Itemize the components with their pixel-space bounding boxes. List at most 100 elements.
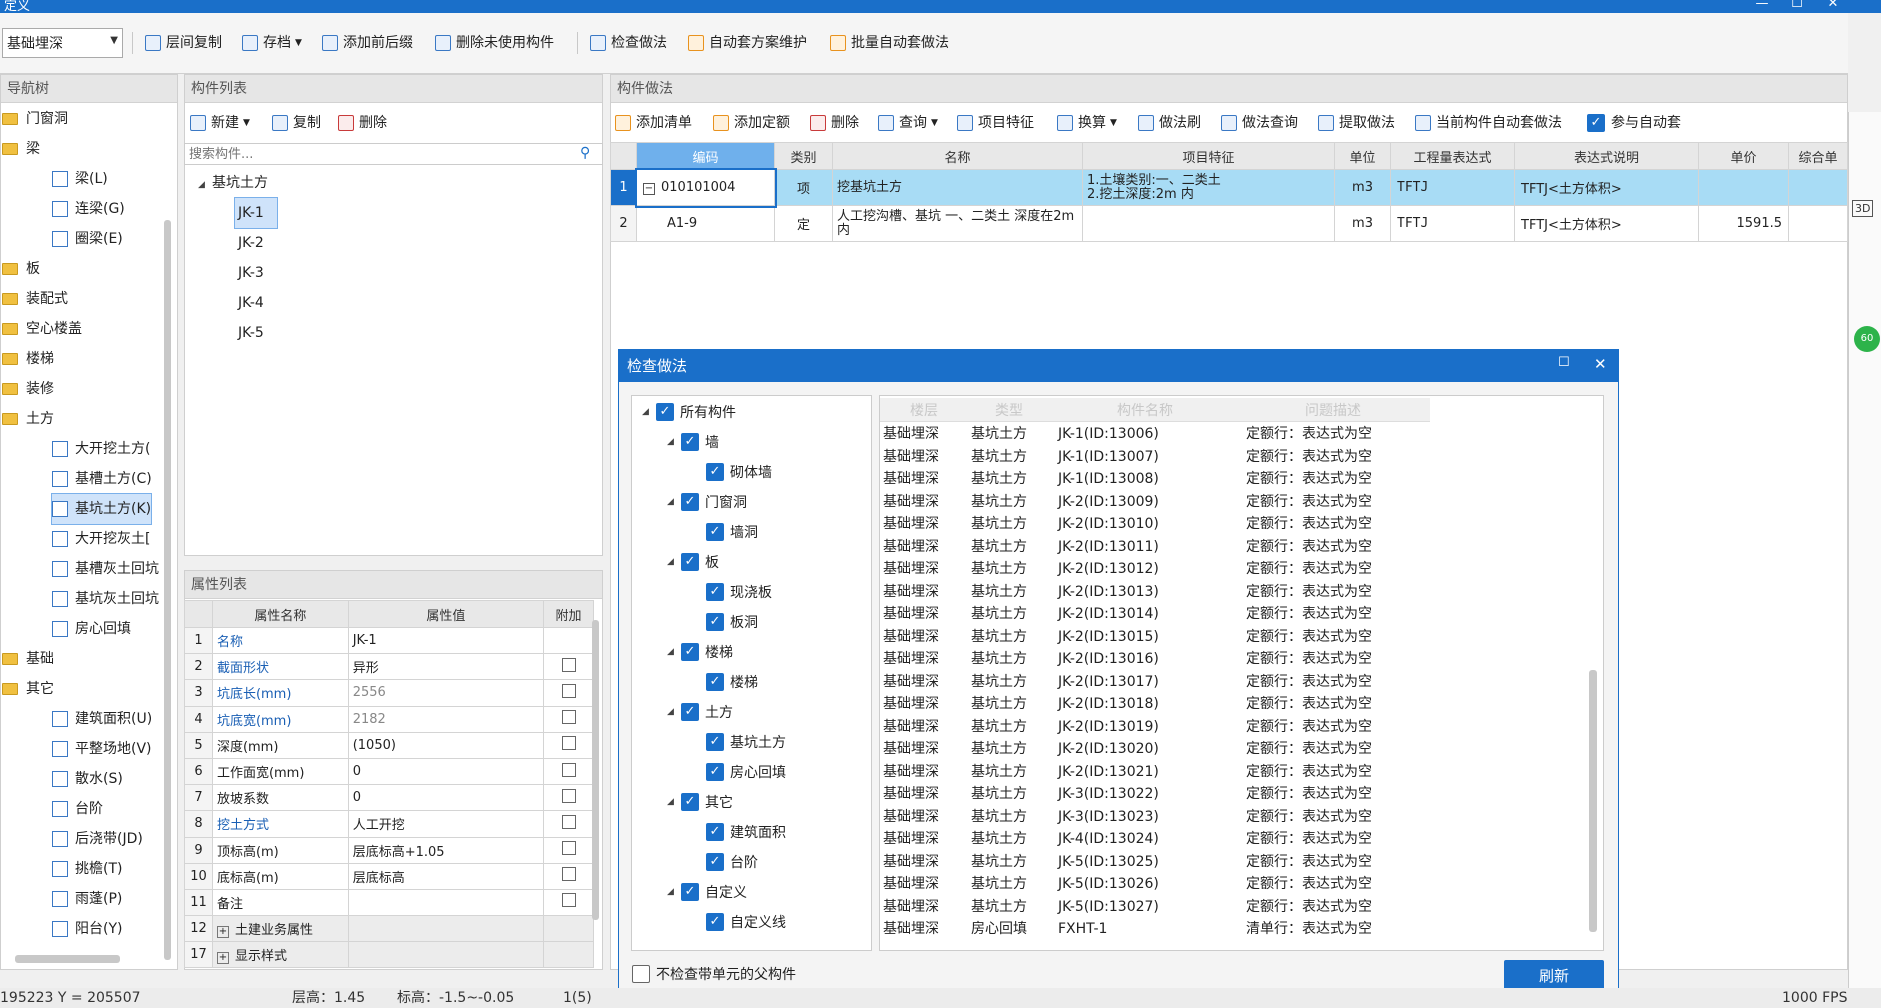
nav-item[interactable]: 装修: [2, 374, 54, 404]
nav-scrollbar[interactable]: [164, 220, 171, 960]
dialog-tree-node[interactable]: ◢ ✓ 自定义: [667, 877, 747, 907]
nav-item[interactable]: 台阶: [52, 794, 103, 824]
batch-auto-method-button[interactable]: 批量自动套做法: [830, 30, 949, 56]
property-value[interactable]: (1050): [347, 731, 545, 759]
result-row[interactable]: 基础埋深 基坑土方 JK-2(ID:13016) 定额行：表达式为空: [883, 648, 1583, 670]
dialog-tree-node[interactable]: ✓ 墙洞: [692, 517, 758, 547]
result-row[interactable]: 基础埋深 基坑土方 JK-2(ID:13018) 定额行：表达式为空: [883, 693, 1583, 715]
dialog-tree-node[interactable]: ✓ 砌体墙: [692, 457, 772, 487]
nav-item[interactable]: 门窗洞: [2, 104, 68, 134]
nav-item[interactable]: 基槽灰土回坑: [52, 554, 159, 584]
attach-checkbox[interactable]: [561, 683, 576, 698]
nav-item[interactable]: 建筑面积(U): [52, 704, 152, 734]
checkbox-checked-icon[interactable]: ✓: [706, 733, 724, 751]
nav-item[interactable]: 散水(S): [52, 764, 123, 794]
property-value[interactable]: JK-1: [347, 626, 545, 655]
collapse-triangle-icon[interactable]: ◢: [667, 497, 681, 507]
component-search-input[interactable]: [184, 143, 603, 165]
auto-scheme-maintain-button[interactable]: 自动套方案维护: [688, 30, 807, 56]
nav-item[interactable]: 连梁(G): [52, 194, 125, 224]
result-row[interactable]: 基础埋深 基坑土方 JK-1(ID:13006) 定额行：表达式为空: [883, 423, 1583, 445]
property-scrollbar[interactable]: [592, 620, 599, 920]
dialog-tree-node[interactable]: ◢ ✓ 墙: [667, 427, 719, 457]
minimize-button[interactable]: —: [1744, 0, 1780, 11]
attach-checkbox[interactable]: [561, 736, 576, 751]
view-3d-icon[interactable]: 3D: [1852, 200, 1874, 217]
result-scrollbar[interactable]: [1589, 670, 1597, 932]
result-row[interactable]: 基础埋深 基坑土方 JK-3(ID:13022) 定额行：表达式为空: [883, 783, 1583, 805]
attach-checkbox[interactable]: [561, 814, 576, 829]
checkbox-checked-icon[interactable]: ✓: [706, 523, 724, 541]
extract-method-button[interactable]: 提取做法: [1318, 110, 1395, 136]
checkbox-checked-icon[interactable]: ✓: [706, 913, 724, 931]
checkbox-checked-icon[interactable]: ✓: [681, 883, 699, 901]
nav-item[interactable]: 基坑灰土回坑: [52, 584, 159, 614]
copy-component-button[interactable]: 复制: [272, 110, 321, 136]
collapse-triangle-icon[interactable]: ◢: [667, 797, 681, 807]
checkbox-checked-icon[interactable]: ✓: [706, 583, 724, 601]
attach-checkbox[interactable]: [561, 762, 576, 777]
property-row[interactable]: 5 深度(mm) (1050): [184, 731, 594, 759]
convert-button[interactable]: 换算 ▼: [1057, 110, 1117, 136]
attach-checkbox[interactable]: [561, 841, 576, 856]
nav-item[interactable]: 大开挖灰土[: [52, 524, 150, 554]
checkbox-checked-icon[interactable]: ✓: [706, 673, 724, 691]
property-row[interactable]: 12 + 土建业务属性: [184, 915, 594, 943]
component-item[interactable]: JK-1: [234, 197, 278, 229]
property-row[interactable]: 8 挖土方式 人工开挖: [184, 810, 594, 838]
add-list-button[interactable]: 添加清单: [615, 110, 692, 136]
check-method-button[interactable]: 检查做法: [590, 30, 667, 56]
property-row[interactable]: 3 坑底长(mm) 2556: [184, 679, 594, 707]
collapse-triangle-icon[interactable]: ◢: [642, 407, 656, 417]
dialog-tree-node[interactable]: ✓ 楼梯: [692, 667, 758, 697]
method-row[interactable]: 2 A1-9 定人工挖沟槽、基坑 一、二类土 深度在2m内 m3 TFTJ TFTJ<土方…: [610, 205, 1848, 242]
result-row[interactable]: 基础埋深 基坑土方 JK-1(ID:13008) 定额行：表达式为空: [883, 468, 1583, 490]
dialog-tree-node[interactable]: ✓ 板洞: [692, 607, 758, 637]
checkbox-checked-icon[interactable]: ✓: [706, 853, 724, 871]
nav-item[interactable]: 土方: [2, 404, 54, 434]
copy-between-floors-button[interactable]: 层间复制: [145, 30, 222, 56]
component-item[interactable]: JK-3: [235, 258, 277, 288]
result-row[interactable]: 基础埋深 基坑土方 JK-5(ID:13026) 定额行：表达式为空: [883, 873, 1583, 895]
attach-checkbox[interactable]: [561, 788, 576, 803]
property-value[interactable]: 人工开挖: [347, 810, 545, 838]
result-row[interactable]: 基础埋深 基坑土方 JK-2(ID:13009) 定额行：表达式为空: [883, 491, 1583, 513]
dialog-tree-node[interactable]: ✓ 台阶: [692, 847, 758, 877]
collapse-triangle-icon[interactable]: ◢: [667, 887, 681, 897]
result-row[interactable]: 基础埋深 基坑土方 JK-2(ID:13020) 定额行：表达式为空: [883, 738, 1583, 760]
nav-item[interactable]: 基坑土方(K): [50, 493, 153, 525]
checkbox-checked-icon[interactable]: ✓: [706, 823, 724, 841]
checkbox-checked-icon[interactable]: ✓: [681, 643, 699, 661]
result-row[interactable]: 基础埋深 基坑土方 JK-2(ID:13015) 定额行：表达式为空: [883, 626, 1583, 648]
dialog-tree-node[interactable]: ◢ ✓ 其它: [667, 787, 733, 817]
close-window-button[interactable]: ✕: [1815, 0, 1851, 11]
method-query-button[interactable]: 做法查询: [1221, 110, 1298, 136]
dialog-tree-node[interactable]: ✓ 基坑土方: [692, 727, 786, 757]
nav-h-scrollbar[interactable]: [15, 955, 120, 963]
attach-checkbox[interactable]: [561, 710, 576, 725]
new-component-button[interactable]: 新建 ▼: [190, 110, 250, 136]
maximize-button[interactable]: ☐: [1779, 0, 1815, 11]
property-value[interactable]: 2182: [347, 705, 545, 733]
add-prefix-suffix-button[interactable]: 添加前后缀: [322, 30, 413, 56]
method-row[interactable]: 1−010101004 项挖基坑土方 1.土壤类别:一、二类土 2.挖土深度:2m 内…: [610, 167, 1848, 208]
attach-checkbox[interactable]: [561, 657, 576, 672]
result-row[interactable]: 基础埋深 基坑土方 JK-1(ID:13007) 定额行：表达式为空: [883, 446, 1583, 468]
checkbox-checked-icon[interactable]: ✓: [681, 553, 699, 571]
checkbox-checked-icon[interactable]: ✓: [706, 463, 724, 481]
dialog-tree-node[interactable]: ◢ ✓ 土方: [667, 697, 733, 727]
skip-parent-checkbox[interactable]: 不检查带单元的父构件: [632, 964, 796, 984]
query-button[interactable]: 查询 ▼: [878, 110, 938, 136]
nav-item[interactable]: 大开挖土方(: [52, 434, 150, 464]
delete-component-button[interactable]: 删除: [338, 110, 387, 136]
result-row[interactable]: 基础埋深 基坑土方 JK-2(ID:13021) 定额行：表达式为空: [883, 761, 1583, 783]
delete-method-button[interactable]: 删除: [810, 110, 859, 136]
attach-checkbox[interactable]: [561, 867, 576, 882]
nav-item[interactable]: 板: [2, 254, 40, 284]
nav-item[interactable]: 房心回填: [52, 614, 131, 644]
dialog-tree-node[interactable]: ◢ ✓ 楼梯: [667, 637, 733, 667]
component-root[interactable]: ◢ 基坑土方: [198, 168, 268, 198]
result-row[interactable]: 基础埋深 基坑土方 JK-2(ID:13013) 定额行：表达式为空: [883, 581, 1583, 603]
nav-item[interactable]: 后浇带(JD): [52, 824, 143, 854]
dialog-tree-node[interactable]: ◢ ✓ 所有构件: [642, 397, 736, 427]
